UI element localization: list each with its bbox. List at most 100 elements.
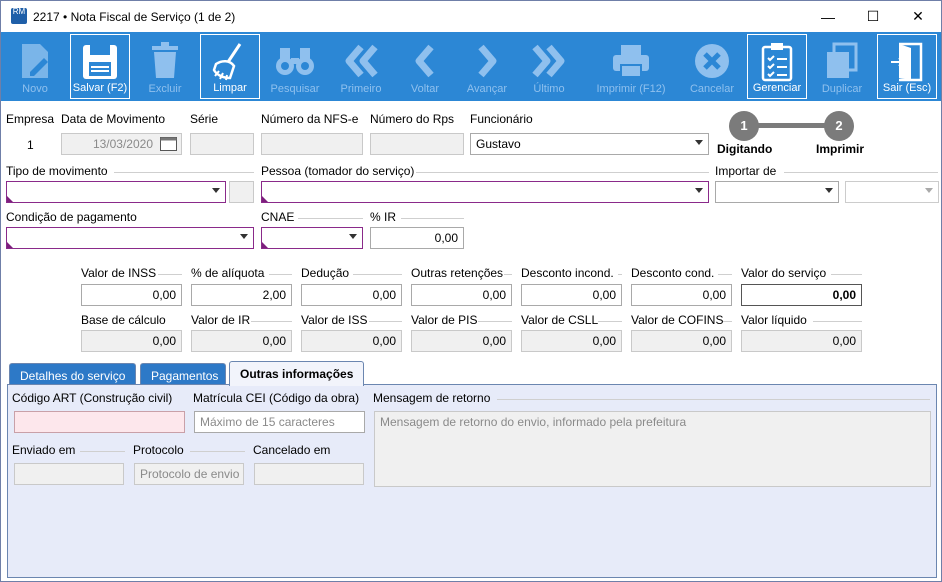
- divider: [269, 274, 292, 275]
- step-1-label: Digitando: [717, 142, 773, 156]
- sair-button[interactable]: Sair (Esc): [877, 34, 937, 99]
- protocolo-label: Protocolo: [133, 443, 184, 457]
- chevron-down-icon: [695, 140, 703, 145]
- divider: [497, 399, 930, 400]
- importar-select[interactable]: [715, 181, 839, 203]
- art-label: Código ART (Construção civil): [12, 391, 173, 405]
- tipo-movimento-code: [229, 181, 254, 203]
- maximize-button[interactable]: ☐: [850, 1, 896, 32]
- divider: [723, 321, 732, 322]
- valor-iss-field: 0,00: [301, 330, 402, 352]
- deducao-field[interactable]: 0,00: [301, 284, 402, 306]
- serie-field[interactable]: [190, 133, 254, 155]
- binoculars-icon: [266, 40, 324, 82]
- desconto-incond-label: Desconto incond.: [521, 266, 614, 280]
- primeiro-button[interactable]: Primeiro: [332, 34, 390, 99]
- desconto-incond-field[interactable]: 0,00: [521, 284, 622, 306]
- rps-field[interactable]: [370, 133, 464, 155]
- cnae-select[interactable]: [261, 227, 363, 249]
- valor-cofins-label: Valor de COFINS: [631, 313, 724, 327]
- valor-cofins-field: 0,00: [631, 330, 732, 352]
- cancelar-button[interactable]: Cancelar: [683, 34, 741, 99]
- chevron-left-icon: [396, 40, 454, 82]
- valor-pis-label: Valor de PIS: [411, 313, 478, 327]
- protocolo-field: Protocolo de envio: [134, 463, 244, 485]
- valor-inss-field[interactable]: 0,00: [81, 284, 182, 306]
- ultimo-button[interactable]: Último: [520, 34, 578, 99]
- data-movimento-field[interactable]: 13/03/2020: [61, 133, 182, 155]
- data-movimento-label: Data de Movimento: [61, 112, 166, 126]
- valor-liquido-field: 0,00: [741, 330, 862, 352]
- calendar-icon[interactable]: [160, 137, 177, 151]
- excluir-button[interactable]: Excluir: [136, 34, 194, 99]
- divider: [831, 274, 862, 275]
- window-title: 2217 • Nota Fiscal de Serviço (1 de 2): [33, 10, 236, 24]
- desconto-cond-field[interactable]: 0,00: [631, 284, 732, 306]
- nfse-field[interactable]: [261, 133, 363, 155]
- novo-button[interactable]: Novo: [6, 34, 64, 99]
- divider: [190, 451, 245, 452]
- document-edit-icon: [6, 40, 64, 82]
- double-chevron-left-icon: [332, 40, 390, 82]
- chevron-down-icon: [240, 234, 248, 239]
- nfse-label: Número da NFS-e: [261, 112, 359, 126]
- tab-outras-informacoes[interactable]: Outras informações: [229, 361, 364, 386]
- valor-csll-label: Valor de CSLL: [521, 313, 599, 327]
- printer-icon: [585, 40, 677, 82]
- valor-inss-label: Valor de INSS: [81, 266, 157, 280]
- empresa-label: Empresa: [6, 112, 55, 126]
- divider: [784, 172, 938, 173]
- tipo-movimento-label: Tipo de movimento: [6, 164, 108, 178]
- tab-pagamentos[interactable]: Pagamentos: [140, 363, 226, 385]
- tipo-movimento-select[interactable]: [6, 181, 226, 203]
- pessoa-select[interactable]: [261, 181, 709, 203]
- duplicar-button[interactable]: Duplicar: [813, 34, 871, 99]
- desconto-cond-label: Desconto cond.: [631, 266, 715, 280]
- cei-label: Matrícula CEI (Código da obra): [193, 391, 360, 405]
- valor-csll-field: 0,00: [521, 330, 622, 352]
- valor-servico-label: Valor do serviço: [741, 266, 827, 280]
- enviado-label: Enviado em: [12, 443, 76, 457]
- avancar-button[interactable]: Avançar: [458, 34, 516, 99]
- minimize-button[interactable]: —: [805, 1, 851, 32]
- deducao-label: Dedução: [301, 266, 350, 280]
- save-disk-icon: [71, 41, 129, 83]
- ir-field[interactable]: 0,00: [370, 227, 464, 249]
- imprimir-button[interactable]: Imprimir (F12): [585, 34, 677, 99]
- funcionario-select[interactable]: Gustavo: [470, 133, 709, 155]
- trash-icon: [136, 40, 194, 82]
- limpar-button[interactable]: Limpar: [200, 34, 260, 99]
- cei-field[interactable]: Máximo de 15 caracteres: [194, 411, 365, 433]
- close-button[interactable]: ✕: [895, 1, 941, 32]
- step-1-indicator: 1: [729, 111, 759, 141]
- step-2-label: Imprimir: [816, 142, 865, 156]
- pessoa-label: Pessoa (tomador do serviço): [261, 164, 415, 178]
- voltar-button[interactable]: Voltar: [396, 34, 454, 99]
- valor-servico-field[interactable]: 0,00: [741, 284, 862, 306]
- valor-pis-field: 0,00: [411, 330, 512, 352]
- aliquota-field[interactable]: 2,00: [191, 284, 292, 306]
- outras-retencoes-field[interactable]: 0,00: [411, 284, 512, 306]
- divider: [298, 218, 363, 219]
- tab-panel-outras-informacoes: Código ART (Construção civil) Matrícula …: [7, 384, 937, 578]
- cancelado-field: [254, 463, 364, 485]
- title-bar: RM 2217 • Nota Fiscal de Serviço (1 de 2…: [1, 1, 941, 32]
- salvar-button[interactable]: Salvar (F2): [70, 34, 130, 99]
- serie-label: Série: [190, 112, 219, 126]
- cancelado-label: Cancelado em: [253, 443, 331, 457]
- divider: [353, 274, 402, 275]
- gerenciar-button[interactable]: Gerenciar: [747, 34, 807, 99]
- pesquisar-button[interactable]: Pesquisar: [266, 34, 324, 99]
- clipboard-checklist-icon: [748, 41, 806, 83]
- ir-label: % IR: [370, 210, 397, 224]
- mensagem-label: Mensagem de retorno: [373, 391, 491, 405]
- exit-door-icon: [878, 41, 936, 83]
- divider: [416, 172, 709, 173]
- base-calculo-label: Base de cálculo: [81, 313, 166, 327]
- tab-detalhes-servico[interactable]: Detalhes do serviço: [9, 363, 136, 385]
- window: RM 2217 • Nota Fiscal de Serviço (1 de 2…: [0, 0, 942, 582]
- art-field[interactable]: [14, 411, 185, 433]
- base-calculo-field: 0,00: [81, 330, 182, 352]
- condicao-select[interactable]: [6, 227, 254, 249]
- importar-secondary-select: [845, 181, 939, 203]
